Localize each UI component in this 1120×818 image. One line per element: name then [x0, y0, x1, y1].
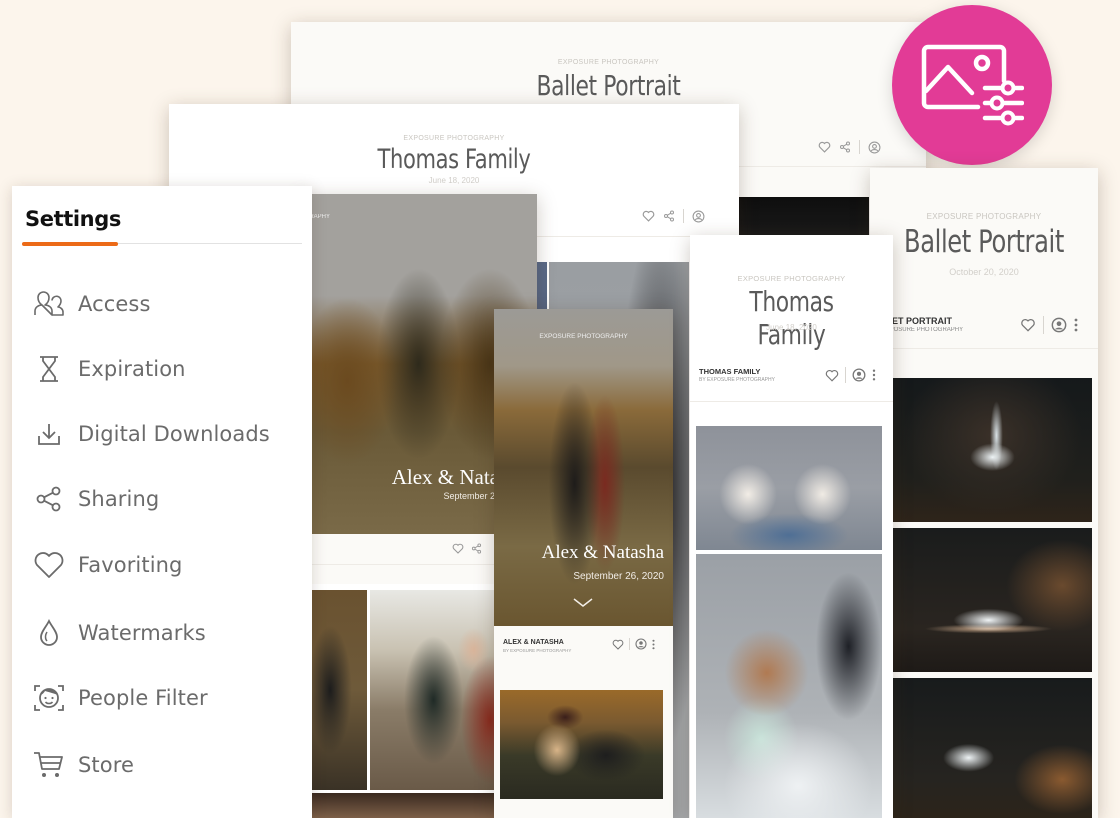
- gallery-bar-title: ALEX & NATASHA: [503, 639, 564, 646]
- account-icon[interactable]: [692, 210, 705, 223]
- chevron-down-icon[interactable]: [573, 598, 593, 608]
- settings-title: Settings: [25, 207, 121, 231]
- settings-item-label: Favoriting: [78, 553, 183, 577]
- divider: [870, 348, 1098, 349]
- gallery-actions: [818, 140, 881, 154]
- account-icon[interactable]: [852, 368, 866, 382]
- gallery-bar-subtitle: BY EXPOSURE PHOTOGRAPHY: [699, 377, 775, 383]
- share-icon[interactable]: [839, 141, 851, 153]
- download-icon: [32, 417, 66, 451]
- heart-icon: [32, 548, 66, 582]
- settings-item-digital-downloads[interactable]: Digital Downloads: [32, 417, 270, 451]
- image-settings-icon: [921, 44, 1024, 126]
- gallery-bar-title: THOMAS FAMILY: [699, 367, 761, 376]
- cart-icon: [32, 748, 66, 782]
- gallery-photo: [893, 378, 1092, 522]
- divider: [629, 638, 630, 650]
- gallery-date: October 20, 2020: [949, 267, 1019, 277]
- account-icon[interactable]: [1051, 317, 1067, 333]
- settings-item-expiration[interactable]: Expiration: [32, 352, 186, 386]
- gallery-photo: [696, 426, 882, 550]
- settings-item-sharing[interactable]: Sharing: [32, 482, 159, 516]
- heart-icon[interactable]: [818, 141, 831, 153]
- more-icon[interactable]: [1074, 318, 1078, 332]
- gallery-date: June 18, 2020: [428, 176, 480, 185]
- gallery-title: Thomas Family: [377, 144, 531, 175]
- gallery-brand: EXPOSURE PHOTOGRAPHY: [926, 212, 1042, 221]
- gallery-card-ballet-mobile: EXPOSURE PHOTOGRAPHY Ballet Portrait Oct…: [870, 168, 1098, 818]
- settings-item-label: Sharing: [78, 487, 160, 511]
- share-icon[interactable]: [471, 543, 482, 554]
- settings-panel: Settings Access Expiration Digital Downl…: [12, 186, 312, 818]
- gallery-photo: [893, 678, 1092, 818]
- divider: [1043, 316, 1044, 334]
- gallery-card-thomas-mobile: EXPOSURE PHOTOGRAPHY Thomas Family June …: [690, 235, 893, 818]
- account-icon[interactable]: [868, 141, 881, 154]
- settings-item-label: Expiration: [78, 357, 186, 381]
- heart-icon[interactable]: [642, 210, 655, 222]
- gallery-photo: [500, 690, 663, 799]
- gallery-actions: [612, 638, 655, 650]
- face-scan-icon: [32, 681, 66, 715]
- settings-item-store[interactable]: Store: [32, 748, 134, 782]
- gallery-brand: EXPOSURE PHOTOGRAPHY: [539, 333, 628, 340]
- settings-item-label: Watermarks: [78, 621, 206, 645]
- cover-title: Alex & Natasha: [541, 542, 664, 563]
- settings-item-favoriting[interactable]: Favoriting: [32, 548, 182, 582]
- settings-item-label: People Filter: [78, 686, 208, 710]
- settings-item-people-filter[interactable]: People Filter: [32, 681, 208, 715]
- more-icon[interactable]: [652, 639, 655, 650]
- gallery-brand: EXPOSURE PHOTOGRAPHY: [403, 135, 505, 142]
- settings-item-access[interactable]: Access: [32, 287, 151, 321]
- gallery-date: June 18, 2020: [766, 323, 817, 332]
- more-icon[interactable]: [872, 369, 876, 381]
- gallery-title: Ballet Portrait: [536, 69, 681, 102]
- hourglass-icon: [32, 352, 66, 386]
- account-icon[interactable]: [635, 638, 647, 650]
- heart-icon[interactable]: [825, 369, 839, 382]
- divider: [859, 140, 860, 154]
- settings-item-watermarks[interactable]: Watermarks: [32, 616, 206, 650]
- gallery-title: Thomas Family: [749, 285, 834, 351]
- heart-icon[interactable]: [1020, 318, 1036, 332]
- divider: [845, 367, 846, 383]
- gallery-bar-subtitle: BY EXPOSURE PHOTOGRAPHY: [503, 648, 572, 653]
- gallery-title: Ballet Portrait: [904, 224, 1064, 260]
- gallery-actions: [1020, 316, 1078, 334]
- droplet-icon: [32, 616, 66, 650]
- gallery-brand: EXPOSURE PHOTOGRAPHY: [557, 59, 660, 66]
- divider: [690, 401, 893, 402]
- settings-item-label: Store: [78, 753, 135, 777]
- gallery-photo: [893, 528, 1092, 672]
- gallery-actions: [642, 209, 705, 223]
- gallery-card-alex-mobile: EXPOSURE PHOTOGRAPHY Alex & Natasha Sept…: [494, 309, 673, 818]
- settings-item-label: Access: [78, 292, 151, 316]
- heart-icon[interactable]: [452, 543, 464, 554]
- tab-active-indicator: [22, 242, 118, 246]
- gallery-actions: [825, 367, 876, 383]
- share-icon: [32, 482, 66, 516]
- cover-date: September 26, 2020: [573, 571, 664, 582]
- users-icon: [32, 287, 66, 321]
- divider: [683, 209, 684, 223]
- gallery-photo: [739, 197, 869, 237]
- share-icon[interactable]: [663, 210, 675, 222]
- heart-icon[interactable]: [612, 639, 624, 650]
- gallery-actions: [452, 543, 482, 554]
- gallery-photo: [696, 554, 882, 818]
- settings-item-label: Digital Downloads: [78, 422, 270, 446]
- image-settings-badge: [892, 5, 1052, 165]
- gallery-brand: EXPOSURE PHOTOGRAPHY: [737, 274, 846, 283]
